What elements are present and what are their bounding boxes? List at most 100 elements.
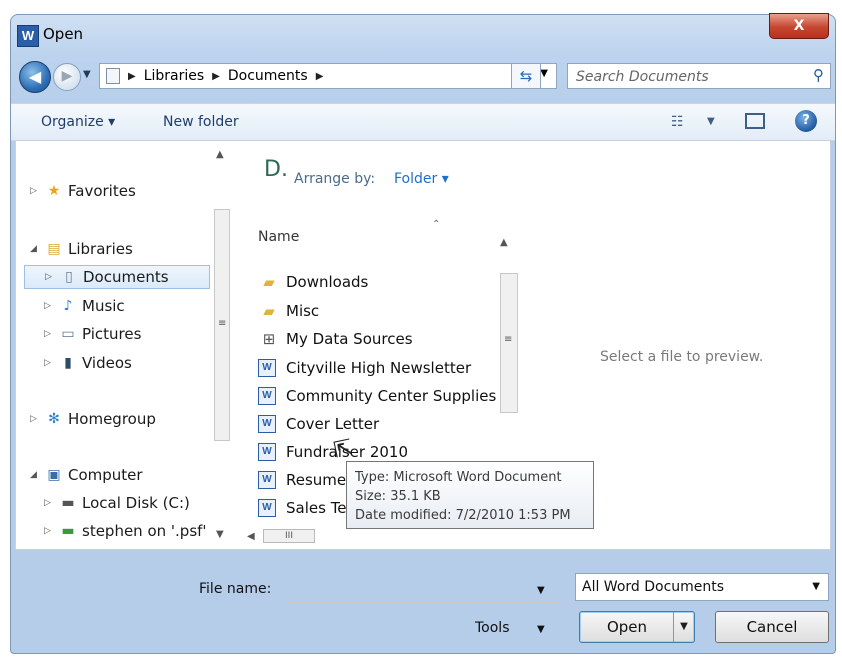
file-type-filter[interactable]: All Word Documents ▼	[575, 573, 829, 601]
file-name-label: File name:	[199, 581, 272, 597]
arrange-by-label: Arrange by:	[294, 171, 376, 187]
window-title: Open	[43, 25, 84, 43]
computer-icon: ▣	[47, 467, 61, 483]
back-arrow-icon[interactable]: ◀	[19, 61, 51, 93]
search-icon[interactable]: ⚲	[813, 66, 824, 84]
navigation-pane[interactable]: ▲ ▷ ★ Favorites ◢ ▤ Libraries ▷ ▯ Docume…	[16, 141, 234, 549]
tooltip-date: Date modified: 7/2/2010 1:53 PM	[355, 508, 571, 523]
list-item[interactable]: ▰ Downloads	[258, 269, 368, 295]
data-source-icon: ⊞	[262, 330, 276, 348]
expand-icon[interactable]: ▷	[44, 498, 58, 508]
preview-placeholder: Select a file to preview.	[600, 349, 764, 365]
star-icon: ★	[47, 183, 61, 199]
expand-icon[interactable]: ▷	[44, 526, 58, 536]
breadcrumb-libraries[interactable]: Libraries	[144, 68, 204, 84]
word-document-icon: W	[258, 387, 276, 405]
expand-icon[interactable]: ▷	[44, 301, 58, 311]
scroll-grip-icon: ≡	[218, 318, 227, 329]
cancel-button[interactable]: Cancel	[715, 611, 829, 643]
title-bar: W Open X	[11, 13, 835, 53]
list-item[interactable]: ▰ Misc	[258, 298, 319, 324]
breadcrumb-documents[interactable]: Documents	[228, 68, 308, 84]
music-icon: ♪	[63, 298, 73, 314]
file-type-dropdown-icon[interactable]: ▼	[812, 574, 820, 600]
word-document-icon: W	[258, 359, 276, 377]
file-name-input[interactable]	[287, 576, 567, 603]
sidebar-item-music[interactable]: ▷ ♪ Music	[44, 294, 125, 318]
scroll-left-icon[interactable]: ◀	[247, 531, 255, 542]
close-button[interactable]: X	[769, 13, 829, 39]
new-folder-button[interactable]: New folder	[163, 114, 239, 130]
homegroup-icon: ✻	[48, 411, 60, 427]
refresh-icon[interactable]: ⇆	[511, 63, 541, 89]
search-input[interactable]	[574, 67, 798, 87]
sort-ascending-icon[interactable]: ⌃	[432, 219, 440, 230]
breadcrumb-separator-icon[interactable]: ▶	[128, 71, 136, 82]
breadcrumb-separator-icon[interactable]: ▶	[316, 71, 324, 82]
file-scroll-up-icon[interactable]: ▲	[500, 237, 508, 248]
expand-icon[interactable]: ▷	[30, 186, 44, 196]
tools-dropdown-icon[interactable]: ▼	[537, 624, 545, 635]
address-bar[interactable]: ▶ Libraries ▶ Documents ▶ ▼	[99, 63, 557, 89]
hard-drive-icon: ▬	[61, 495, 75, 511]
sidebar-item-computer[interactable]: ◢ ▣ Computer	[30, 463, 143, 487]
command-bar: Organize ▾ New folder ☷ ▼ ?	[11, 103, 835, 141]
file-list-scrollbar[interactable]: ≡	[500, 273, 518, 413]
expand-icon[interactable]: ▷	[45, 272, 59, 282]
sidebar-item-local-disk[interactable]: ▷ ▬ Local Disk (C:)	[44, 491, 190, 515]
sidebar-item-documents[interactable]: ▷ ▯ Documents	[24, 265, 210, 289]
view-options-dropdown-icon[interactable]: ▼	[707, 116, 715, 127]
open-options-dropdown-icon[interactable]: ▼	[673, 612, 694, 642]
expand-icon[interactable]: ▷	[30, 414, 44, 424]
videos-icon: ▮	[64, 355, 72, 371]
nav-scroll-down-icon[interactable]: ▼	[216, 529, 224, 540]
sidebar-item-videos[interactable]: ▷ ▮ Videos	[44, 351, 132, 375]
column-header-name[interactable]: Name	[258, 229, 299, 245]
sidebar-item-favorites[interactable]: ▷ ★ Favorites	[30, 179, 136, 203]
sidebar-item-libraries[interactable]: ◢ ▤ Libraries	[30, 237, 133, 261]
collapse-icon[interactable]: ◢	[30, 470, 44, 480]
open-dialog: W Open X ◀ ▶ ▼ ▶ Libraries ▶ Documents ▶…	[10, 13, 836, 654]
scroll-grip-icon: ≡	[504, 334, 513, 345]
nav-scroll-up-icon[interactable]: ▲	[216, 149, 224, 160]
libraries-icon: ▤	[47, 241, 61, 257]
sidebar-item-homegroup[interactable]: ▷ ✻ Homegroup	[30, 407, 156, 431]
list-item[interactable]: W Sales Te	[258, 495, 347, 521]
expand-icon[interactable]: ▷	[44, 358, 58, 368]
sidebar-item-network-drive[interactable]: ▷ ▬ stephen on '.psf'	[44, 519, 207, 543]
breadcrumb-separator-icon[interactable]: ▶	[212, 71, 220, 82]
expand-icon[interactable]: ▷	[44, 329, 58, 339]
documents-icon: ▯	[65, 269, 73, 285]
recent-pages-dropdown-icon[interactable]: ▼	[83, 69, 91, 80]
list-item[interactable]: W Community Center Supplies	[258, 383, 498, 409]
file-name-dropdown-icon[interactable]: ▼	[537, 585, 545, 596]
file-info-tooltip: Type: Microsoft Word Document Size: 35.1…	[346, 461, 594, 529]
navigation-scrollbar[interactable]: ≡	[214, 209, 230, 441]
network-drive-icon: ▬	[61, 523, 75, 539]
word-document-icon: W	[258, 443, 276, 461]
list-item[interactable]: W Resume	[258, 467, 346, 493]
word-app-icon: W	[17, 25, 39, 47]
tools-menu[interactable]: Tools	[475, 620, 510, 636]
tooltip-type: Type: Microsoft Word Document	[355, 470, 562, 485]
collapse-icon[interactable]: ◢	[30, 244, 44, 254]
library-location-icon	[106, 68, 120, 84]
search-box[interactable]: ⚲	[567, 63, 831, 89]
arrange-by-dropdown[interactable]: Folder ▾	[394, 171, 449, 187]
forward-arrow-icon[interactable]: ▶	[53, 63, 81, 91]
word-document-icon: W	[258, 499, 276, 517]
list-item[interactable]: W Cover Letter	[258, 411, 379, 437]
list-item[interactable]: W Cityville High Newsletter	[258, 355, 471, 381]
folder-icon: ▰	[263, 302, 275, 320]
sidebar-item-pictures[interactable]: ▷ ▭ Pictures	[44, 322, 141, 346]
word-document-icon: W	[258, 415, 276, 433]
address-history-dropdown-icon[interactable]: ▼	[540, 68, 548, 79]
horizontal-scroll-thumb[interactable]: III	[263, 529, 315, 543]
help-icon[interactable]: ?	[795, 110, 817, 132]
change-view-icon[interactable]: ☷	[671, 114, 684, 130]
preview-pane-icon[interactable]	[745, 113, 765, 129]
organize-menu[interactable]: Organize ▾	[41, 114, 115, 130]
list-item[interactable]: ⊞ My Data Sources	[258, 326, 413, 352]
pictures-icon: ▭	[61, 326, 75, 342]
tooltip-size: Size: 35.1 KB	[355, 489, 441, 504]
